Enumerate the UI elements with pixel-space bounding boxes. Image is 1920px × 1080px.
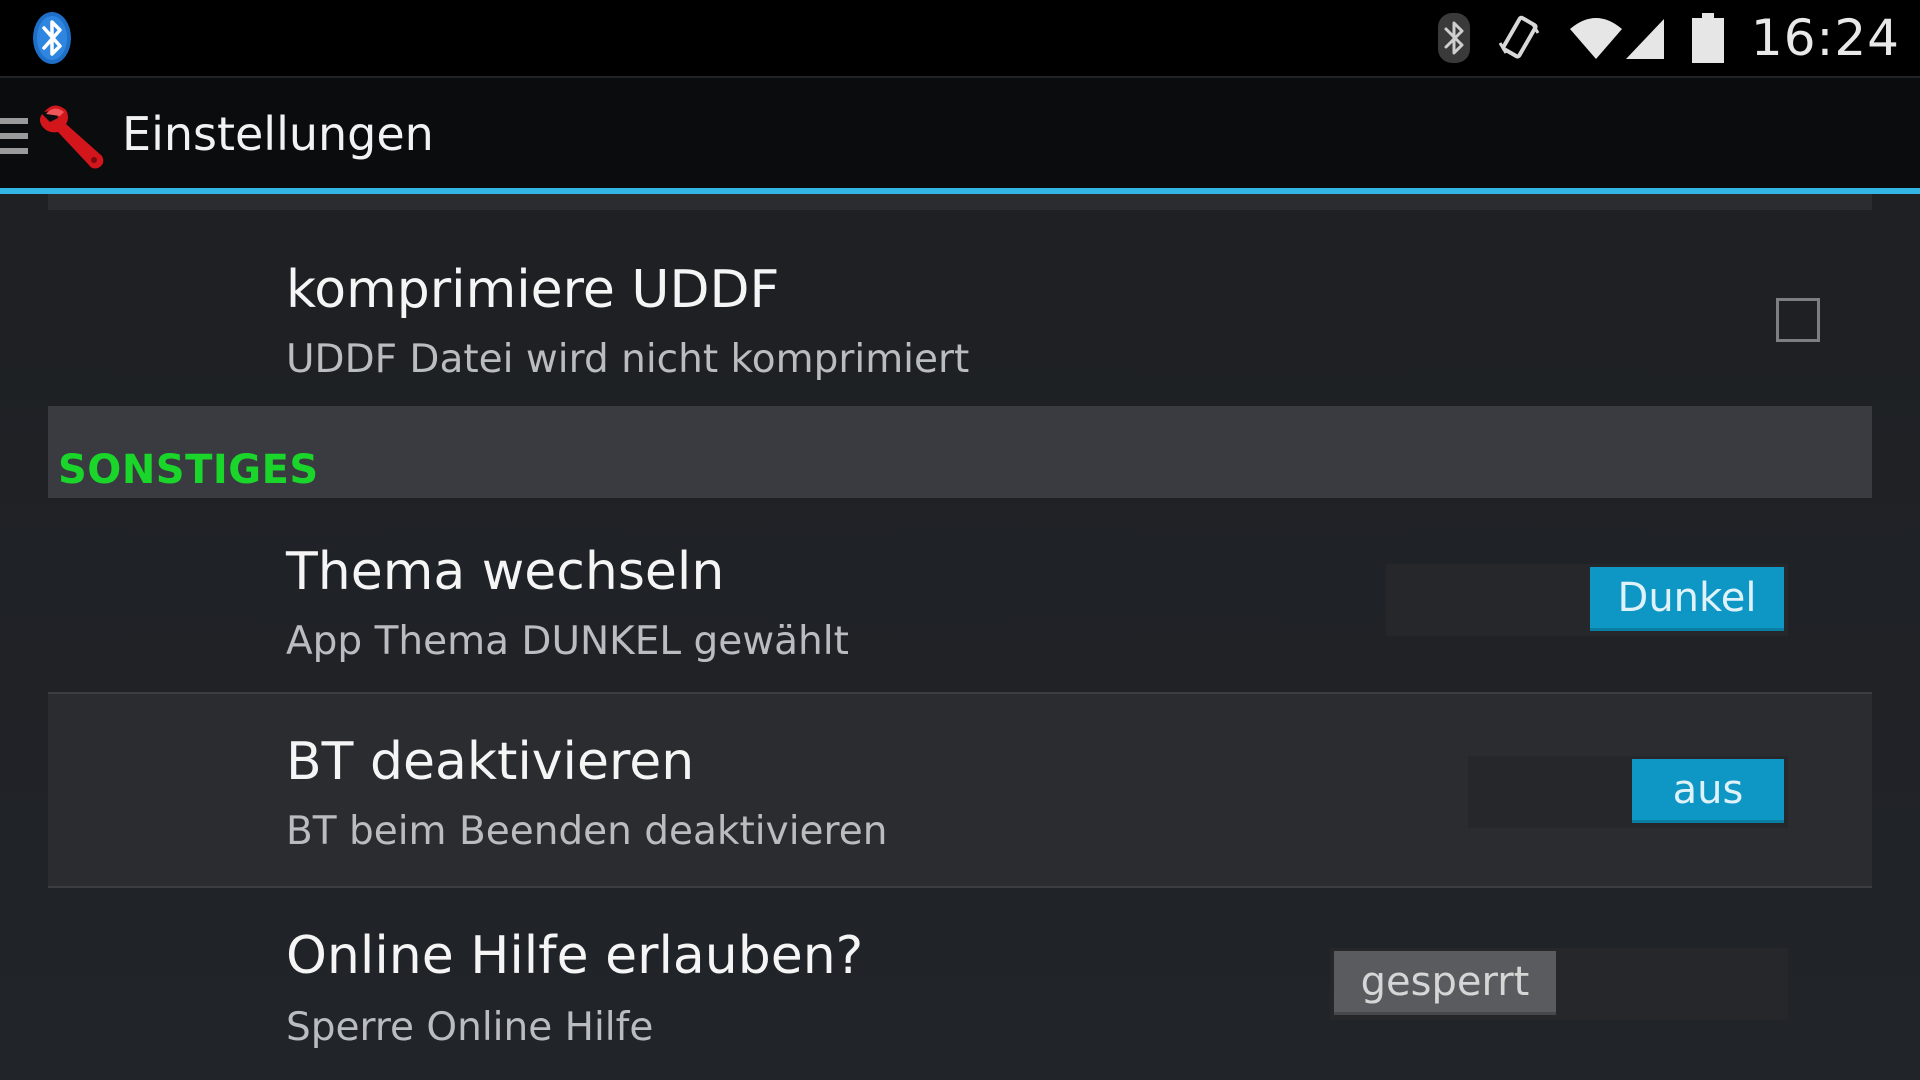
pref-title: Thema wechseln [286,542,725,602]
page-title: Einstellungen [122,107,434,161]
pref-title: komprimiere UDDF [286,260,780,320]
pref-title: BT deaktivieren [286,732,695,792]
compress-uddf-checkbox[interactable] [1776,298,1820,342]
status-clock: 16:24 [1750,9,1900,67]
wrench-icon[interactable] [36,98,112,174]
category-label: SONSTIGES [58,447,319,493]
vibrate-icon [1498,15,1540,59]
pref-summary: App Thema DUNKEL gewählt [286,619,849,664]
pref-title: Online Hilfe erlauben? [286,926,864,986]
pref-summary: Sperre Online Hilfe [286,1005,654,1050]
theme-toggle-thumb: Dunkel [1590,567,1784,631]
menu-icon[interactable] [0,116,30,156]
pref-compress-uddf[interactable]: komprimiere UDDF UDDF Datei wird nicht k… [48,210,1872,406]
status-bar: 16:24 [0,0,1920,76]
bluetooth-app-icon [33,12,71,64]
battery-icon [1692,13,1724,63]
pref-theme[interactable]: Thema wechseln App Thema DUNKEL gewählt … [48,498,1872,692]
bluetooth-icon [1438,13,1470,63]
online-help-toggle-thumb: gesperrt [1334,951,1556,1015]
wifi-signal-icon [1570,18,1664,59]
pref-online-help[interactable]: Online Hilfe erlauben? Sperre Online Hil… [48,888,1872,1078]
theme-toggle[interactable]: Dunkel [1386,564,1788,636]
list-top-edge [48,194,1872,210]
pref-summary: BT beim Beenden deaktivieren [286,809,888,854]
system-icons [1438,10,1724,66]
category-header-sonstiges: SONSTIGES [48,406,1872,498]
pref-bt-disable[interactable]: BT deaktivieren BT beim Beenden deaktivi… [48,694,1872,886]
online-help-toggle[interactable]: gesperrt [1330,948,1788,1020]
bt-toggle-thumb: aus [1632,759,1784,823]
settings-screen: 16:24 Einstellungen komprimiere UDDF UDD… [0,0,1920,1080]
pref-summary: UDDF Datei wird nicht komprimiert [286,337,970,382]
bt-toggle[interactable]: aus [1468,756,1788,828]
action-bar: Einstellungen [0,76,1920,188]
preferences-list: komprimiere UDDF UDDF Datei wird nicht k… [48,194,1872,1078]
